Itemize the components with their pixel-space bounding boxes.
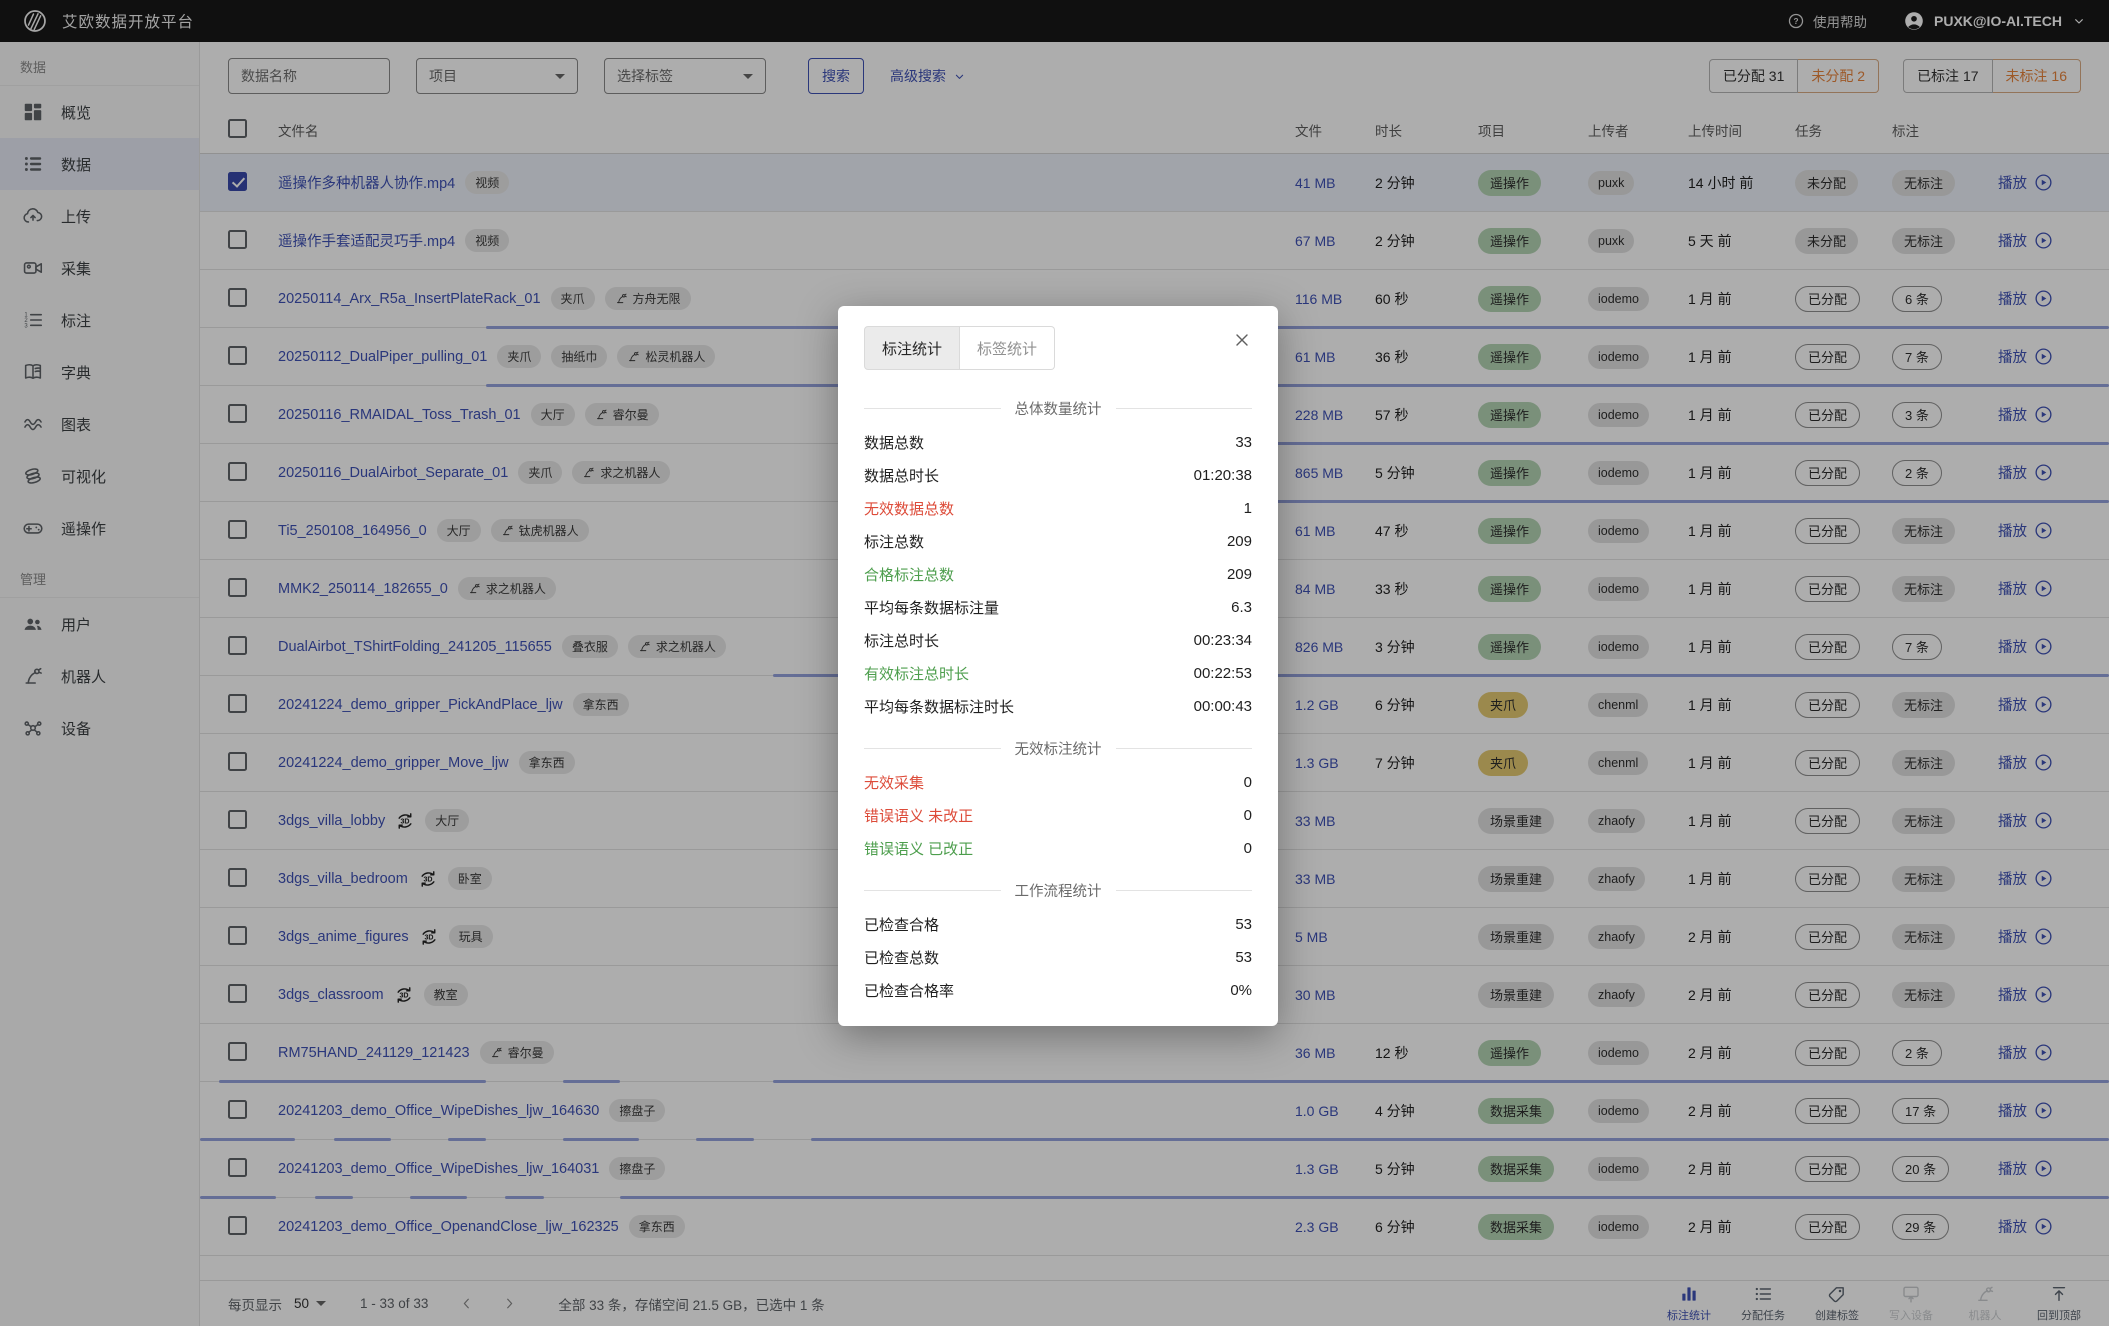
stat-row: 错误语义 未改正 0	[864, 799, 1252, 832]
stat-value: 00:23:34	[1194, 632, 1252, 649]
stat-value: 0	[1244, 840, 1252, 857]
stat-value: 0	[1244, 807, 1252, 824]
stat-row: 平均每条数据标注时长 00:00:43	[864, 690, 1252, 723]
modal-tabs: 标注统计标签统计	[864, 326, 1055, 370]
stat-label: 无效数据总数	[864, 498, 954, 519]
stat-label: 已检查合格	[864, 914, 939, 935]
stat-value: 209	[1227, 533, 1252, 550]
stat-section-title: 无效标注统计	[864, 738, 1252, 759]
stat-value: 00:00:43	[1194, 698, 1252, 715]
stat-row: 已检查总数 53	[864, 941, 1252, 974]
stat-label: 合格标注总数	[864, 564, 954, 585]
stat-label: 平均每条数据标注时长	[864, 696, 1014, 717]
annotation-stats-modal: 标注统计标签统计 总体数量统计数据总数 33 数据总时长 01:20:38 无效数据总数…	[838, 306, 1278, 1026]
stat-value: 53	[1235, 949, 1252, 966]
stat-label: 已检查合格率	[864, 980, 954, 1001]
stat-row: 数据总时长 01:20:38	[864, 459, 1252, 492]
stat-section-title: 工作流程统计	[864, 880, 1252, 901]
stat-value: 1	[1244, 500, 1252, 517]
stat-label: 标注总时长	[864, 630, 939, 651]
stat-label: 平均每条数据标注量	[864, 597, 999, 618]
close-icon[interactable]	[1232, 330, 1252, 350]
stat-section-title-text: 总体数量统计	[1015, 398, 1102, 419]
stat-value: 01:20:38	[1194, 467, 1252, 484]
stat-label: 错误语义 未改正	[864, 805, 973, 826]
modal-tab-0[interactable]: 标注统计	[864, 326, 960, 370]
stat-label: 数据总时长	[864, 465, 939, 486]
stat-label: 数据总数	[864, 432, 924, 453]
stat-row: 已检查合格率 0%	[864, 974, 1252, 1007]
stat-value: 0	[1244, 774, 1252, 791]
stat-row: 标注总数 209	[864, 525, 1252, 558]
modal-body: 总体数量统计数据总数33数据总时长01:20:38无效数据总数1标注总数209合…	[864, 398, 1252, 1007]
stat-value: 33	[1235, 434, 1252, 451]
stat-row: 有效标注总时长 00:22:53	[864, 657, 1252, 690]
stat-label: 标注总数	[864, 531, 924, 552]
stat-row: 无效数据总数 1	[864, 492, 1252, 525]
stat-section-title-text: 工作流程统计	[1015, 880, 1102, 901]
stat-value: 53	[1235, 916, 1252, 933]
stat-value: 00:22:53	[1194, 665, 1252, 682]
stat-label: 无效采集	[864, 772, 924, 793]
stat-row: 合格标注总数 209	[864, 558, 1252, 591]
stat-section-title-text: 无效标注统计	[1015, 738, 1102, 759]
stat-label: 错误语义 已改正	[864, 838, 973, 859]
stat-value: 0%	[1230, 982, 1252, 999]
stat-value: 209	[1227, 566, 1252, 583]
stat-label: 有效标注总时长	[864, 663, 969, 684]
modal-tab-1[interactable]: 标签统计	[960, 326, 1055, 370]
stat-section-title: 总体数量统计	[864, 398, 1252, 419]
stat-row: 标注总时长 00:23:34	[864, 624, 1252, 657]
stat-value: 6.3	[1231, 599, 1252, 616]
stat-row: 已检查合格 53	[864, 908, 1252, 941]
stat-row: 无效采集 0	[864, 766, 1252, 799]
stat-label: 已检查总数	[864, 947, 939, 968]
stat-row: 数据总数 33	[864, 426, 1252, 459]
stat-row: 平均每条数据标注量 6.3	[864, 591, 1252, 624]
stat-row: 错误语义 已改正 0	[864, 832, 1252, 865]
